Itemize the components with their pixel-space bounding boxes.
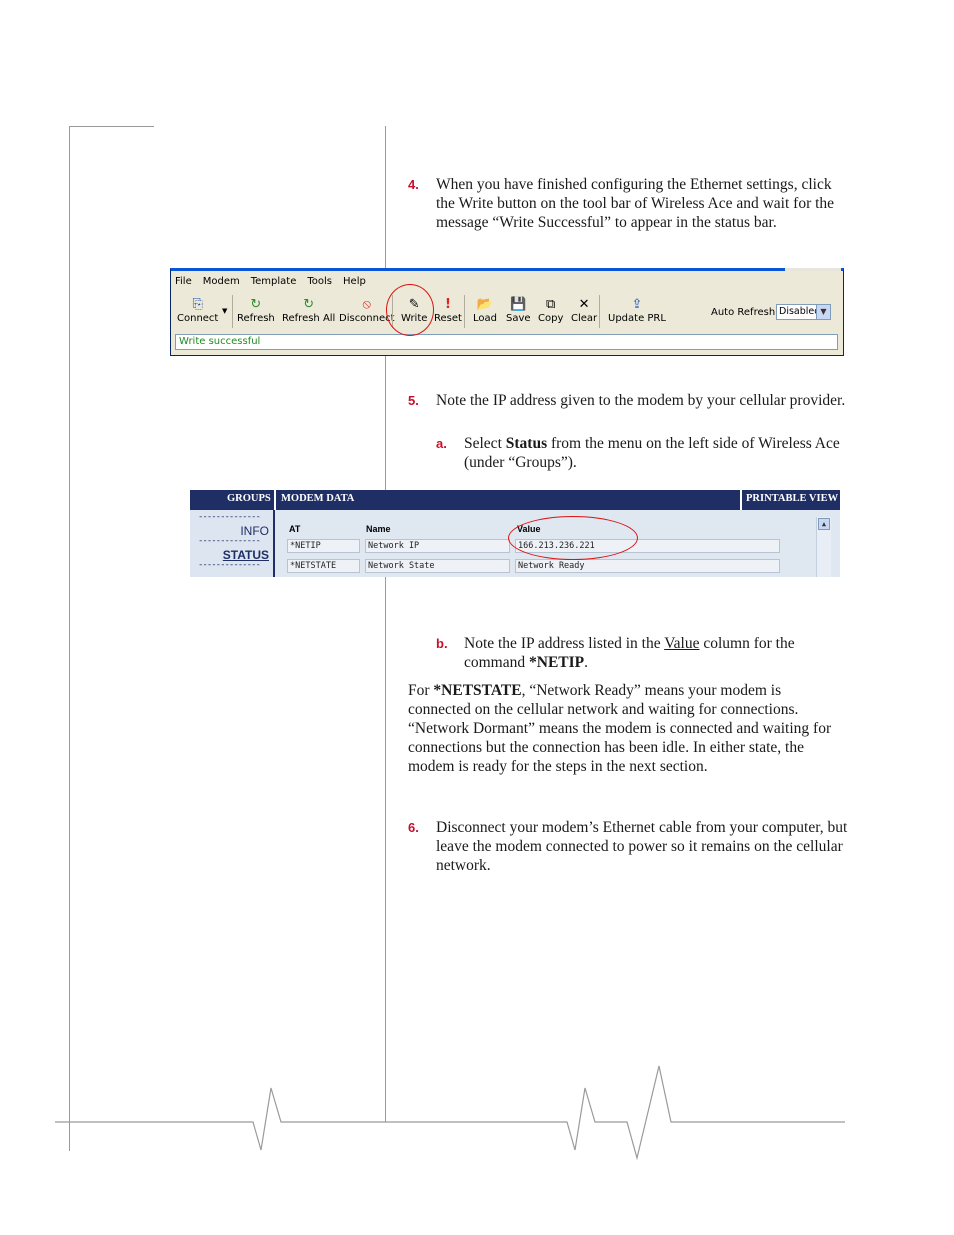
top-margin-rule	[69, 126, 154, 127]
substep-text: Select Status from the menu on the left …	[464, 434, 846, 472]
substep-letter: a.	[436, 436, 447, 451]
step-number: 6.	[408, 820, 419, 835]
step-number: 5.	[408, 393, 419, 408]
cell-at: *NETSTATE	[287, 559, 360, 573]
clear-label: Clear	[571, 313, 598, 324]
step-5: 5. Note the IP address given to the mode…	[408, 391, 848, 410]
connect-dropdown-arrow[interactable]: ▼	[222, 307, 227, 315]
value-highlight-oval	[508, 516, 638, 560]
x-icon: ✕	[578, 297, 590, 312]
step-5b: b. Note the IP address listed in the Val…	[436, 634, 846, 672]
copy-button[interactable]: ⧉ Copy	[538, 296, 563, 324]
refresh-icon: ↻	[250, 297, 262, 312]
reset-label: Reset	[434, 313, 462, 324]
load-label: Load	[473, 313, 497, 324]
step-4: 4. When you have finished configuring th…	[408, 175, 848, 232]
folder-icon: 📂	[476, 297, 494, 312]
scroll-up-icon[interactable]: ▲	[818, 518, 830, 530]
menu-modem[interactable]: Modem	[203, 276, 240, 287]
groups-nav: -------------- INFO -------------- STATU…	[190, 510, 275, 577]
footer-heartbeat-line	[55, 1065, 845, 1161]
refresh-label: Refresh	[237, 313, 275, 324]
save-button[interactable]: 💾 Save	[506, 296, 531, 324]
header-divider	[274, 490, 276, 510]
menu-template[interactable]: Template	[251, 276, 297, 287]
substep-text: Note the IP address listed in the Value …	[464, 634, 846, 672]
clear-button[interactable]: ✕ Clear	[571, 296, 597, 324]
header-divider	[740, 490, 742, 510]
exclamation-icon: !	[445, 297, 451, 312]
load-button[interactable]: 📂 Load	[473, 296, 497, 324]
update-prl-icon: ⇪	[631, 297, 643, 312]
toolbar-separator	[232, 295, 233, 328]
copy-icon: ⧉	[546, 297, 556, 312]
menu-tools[interactable]: Tools	[307, 276, 332, 287]
modem-data-header: MODEM DATA	[281, 493, 355, 504]
auto-refresh-label: Auto Refresh:	[711, 307, 779, 318]
window-control-strip	[785, 268, 841, 271]
substep-bold: Status	[505, 435, 548, 452]
nav-divider: --------------	[198, 536, 261, 546]
toolbar-separator	[464, 295, 465, 328]
substep-letter: b.	[436, 636, 448, 651]
nav-divider: --------------	[198, 560, 261, 570]
update-prl-label: Update PRL	[608, 313, 666, 324]
left-margin-rule	[69, 126, 70, 1151]
reset-button[interactable]: ! Reset	[434, 296, 462, 324]
substep-text-post: .	[584, 654, 588, 671]
step-6: 6. Disconnect your modem’s Ethernet cabl…	[408, 818, 848, 875]
para-pre: For	[408, 682, 434, 699]
menu-bar: File Modem Template Tools Help	[175, 276, 366, 287]
header-bar: GROUPS MODEM DATA PRINTABLE VIEW	[190, 490, 840, 510]
para-bold: *NETSTATE	[433, 682, 522, 699]
step-text: Note the IP address given to the modem b…	[436, 392, 846, 409]
auto-refresh-select[interactable]: Disabled ▼	[776, 304, 831, 320]
vertical-scrollbar[interactable]: ▲	[816, 517, 831, 577]
wireless-ace-toolbar-screenshot: File Modem Template Tools Help ⎘ Connect…	[170, 268, 844, 356]
toolbar-separator	[599, 295, 600, 328]
substep-text-pre: Note the IP address listed in the	[464, 635, 665, 652]
auto-refresh-value: Disabled	[779, 306, 821, 317]
cell-name: Network State	[365, 559, 510, 573]
refresh-all-label: Refresh All	[282, 313, 336, 324]
chevron-down-icon: ▼	[816, 305, 830, 319]
substep-bold: *NETIP	[529, 654, 585, 671]
netstate-paragraph: For *NETSTATE, “Network Ready” means you…	[408, 681, 844, 776]
column-header-at: AT	[289, 524, 301, 534]
status-bar: Write successful	[175, 334, 838, 350]
save-label: Save	[506, 313, 531, 324]
refresh-all-icon: ↻	[303, 297, 315, 312]
update-prl-button[interactable]: ⇪ Update PRL	[608, 296, 666, 324]
column-header-name: Name	[366, 524, 391, 534]
connect-button[interactable]: ⎘ Connect	[177, 296, 218, 324]
printable-view-link[interactable]: PRINTABLE VIEW	[746, 493, 838, 504]
cell-at: *NETIP	[287, 539, 360, 553]
connect-label: Connect	[177, 313, 219, 324]
step-text: Disconnect your modem’s Ethernet cable f…	[436, 819, 848, 874]
nav-divider: --------------	[198, 512, 261, 522]
write-highlight-circle	[386, 284, 434, 336]
copy-label: Copy	[538, 313, 564, 324]
substep-text-pre: Select	[464, 435, 506, 452]
step-number: 4.	[408, 177, 419, 192]
cell-name: Network IP	[365, 539, 510, 553]
substep-underline: Value	[664, 635, 700, 652]
groups-header: GROUPS	[227, 493, 271, 504]
refresh-button[interactable]: ↻ Refresh	[237, 296, 275, 324]
floppy-icon: 💾	[510, 297, 527, 312]
menu-help[interactable]: Help	[343, 276, 366, 287]
step-text: When you have finished configuring the E…	[436, 176, 835, 231]
menu-file[interactable]: File	[175, 276, 192, 287]
step-5a: a. Select Status from the menu on the le…	[436, 434, 846, 472]
cell-value: Network Ready	[515, 559, 780, 573]
connect-icon: ⎘	[192, 297, 203, 312]
refresh-all-button[interactable]: ↻ Refresh All	[282, 296, 335, 324]
